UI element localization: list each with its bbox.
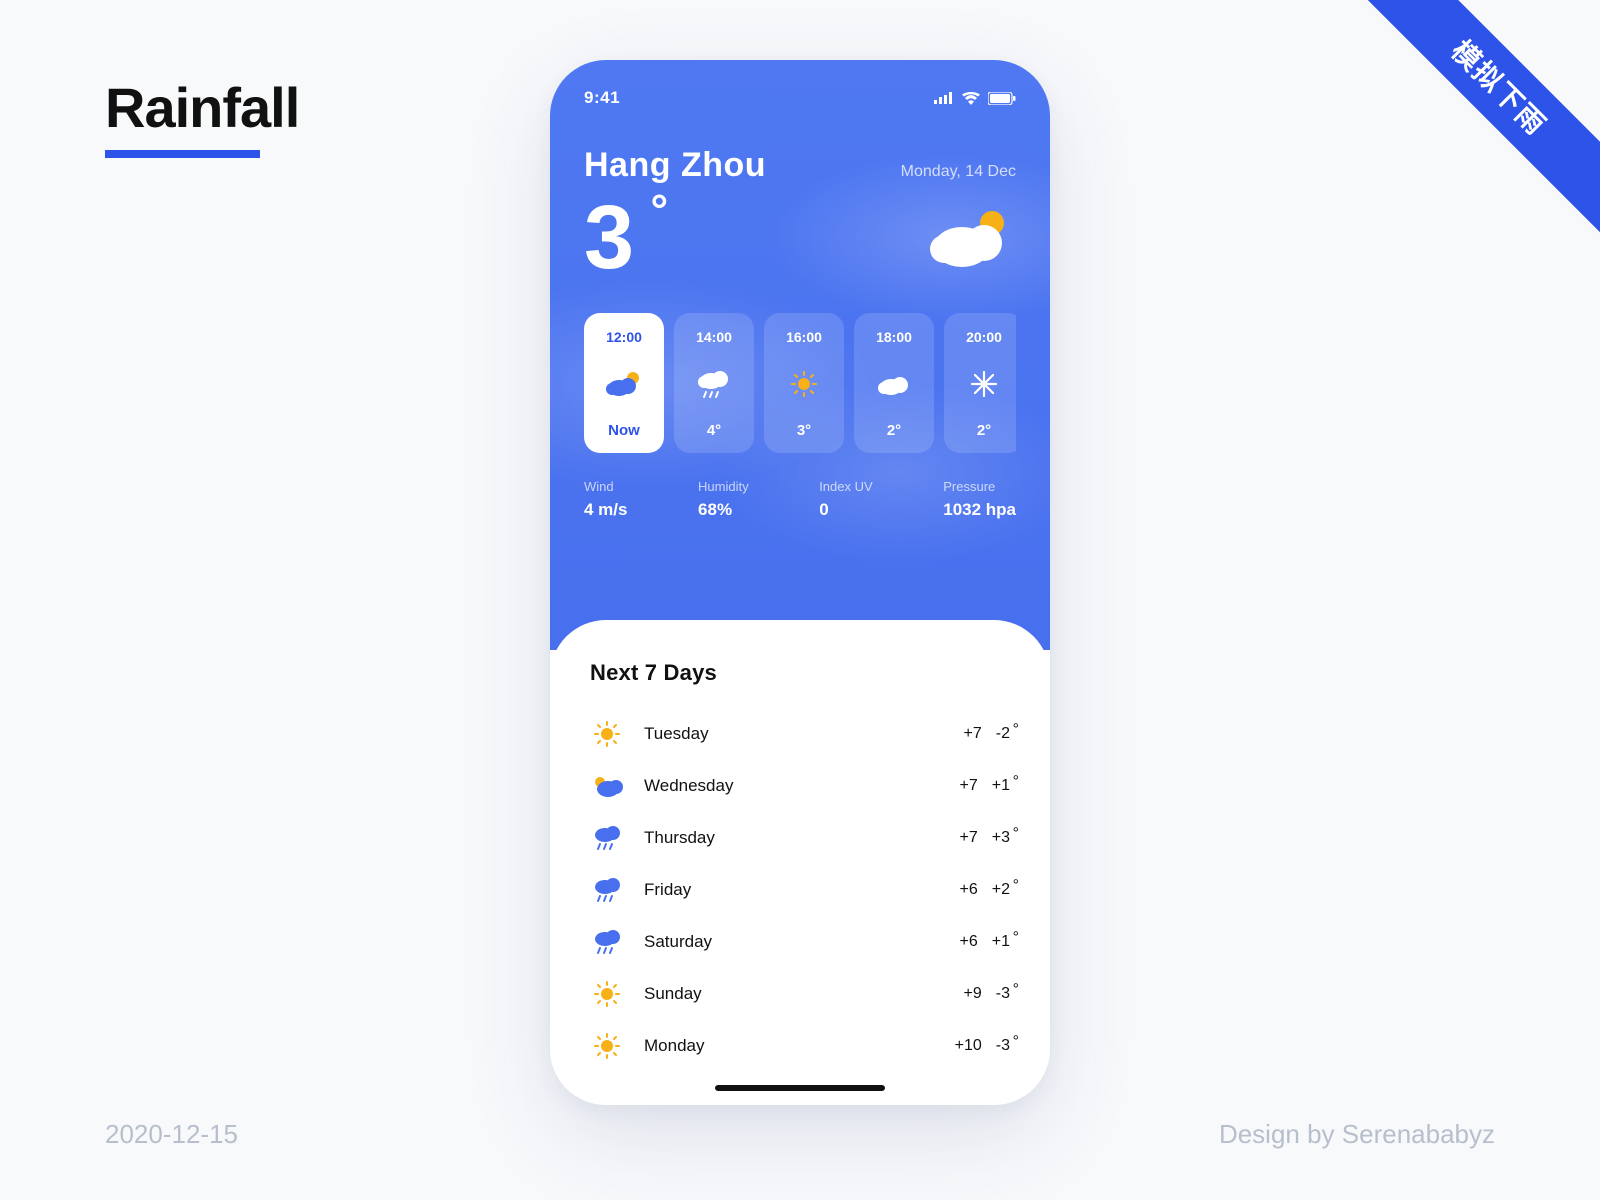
- hour-card[interactable]: 20:00 2°: [944, 313, 1016, 453]
- sun-icon: [590, 721, 624, 747]
- cloud-sun-icon: [924, 203, 1016, 273]
- hour-value: Now: [608, 422, 640, 439]
- status-time: 9:41: [584, 88, 620, 108]
- battery-icon: [988, 92, 1016, 105]
- metric-uv-label: Index UV: [819, 479, 872, 494]
- weather-metrics: Wind 4 m/s Humidity 68% Index UV 0 Press…: [584, 479, 1016, 520]
- metric-pressure: Pressure 1032 hpa: [943, 479, 1016, 520]
- rain-b-icon: [590, 929, 624, 955]
- phone-frame: 9:41 Hang Zhou Monday, 14 Dec 3°: [550, 60, 1050, 1105]
- forecast-row[interactable]: Saturday +6 +1: [590, 916, 1010, 968]
- current-temperature-value: 3: [584, 188, 634, 288]
- sun-icon: [784, 367, 824, 401]
- rain-b-icon: [590, 877, 624, 903]
- forecast-low: +1: [992, 777, 1010, 795]
- corner-ribbon-label: 模拟下雨: [1350, 0, 1600, 237]
- forecast-high: +9: [964, 985, 982, 1003]
- hour-value: 2°: [977, 422, 991, 439]
- degree-symbol: °: [650, 189, 668, 233]
- forecast-low: -3: [996, 985, 1010, 1003]
- signal-icon: [934, 92, 954, 104]
- rain-icon: [694, 367, 734, 401]
- page-date: 2020-12-15: [105, 1119, 238, 1150]
- hour-time: 18:00: [876, 329, 912, 345]
- metric-uv-value: 0: [819, 500, 872, 520]
- weather-hero: 9:41 Hang Zhou Monday, 14 Dec 3°: [550, 60, 1050, 650]
- forecast-day-name: Friday: [644, 880, 691, 900]
- forecast-high: +6: [960, 933, 978, 951]
- metric-wind: Wind 4 m/s: [584, 479, 627, 520]
- page-credit: Design by Serenababyz: [1219, 1119, 1495, 1150]
- metric-pressure-value: 1032 hpa: [943, 500, 1016, 520]
- hourly-forecast[interactable]: 12:00 Now 14:00 4° 16:00 3° 18:00 2° 20:…: [584, 313, 1016, 453]
- page-title: Rainfall: [105, 75, 299, 140]
- forecast-row[interactable]: Thursday +7 +3: [590, 812, 1010, 864]
- hour-time: 20:00: [966, 329, 1002, 345]
- sun-icon: [590, 981, 624, 1007]
- forecast-row[interactable]: Wednesday +7 +1: [590, 760, 1010, 812]
- hour-card[interactable]: 18:00 2°: [854, 313, 934, 453]
- hour-value: 3°: [797, 422, 811, 439]
- hour-time: 14:00: [696, 329, 732, 345]
- cloud-sun-icon: [604, 367, 644, 401]
- forecast-day-name: Sunday: [644, 984, 702, 1004]
- wifi-icon: [962, 92, 980, 105]
- forecast-high: +6: [960, 881, 978, 899]
- hour-value: 2°: [887, 422, 901, 439]
- forecast-day-name: Thursday: [644, 828, 715, 848]
- metric-pressure-label: Pressure: [943, 479, 1016, 494]
- current-temperature: 3°: [584, 193, 634, 283]
- metric-wind-value: 4 m/s: [584, 500, 627, 520]
- current-date: Monday, 14 Dec: [901, 163, 1016, 181]
- forecast-list: Tuesday +7 -2 Wednesday +7 +1 Thursday +…: [590, 708, 1010, 1072]
- rain-b-icon: [590, 825, 624, 851]
- page-title-underline: [105, 150, 260, 158]
- metric-uv: Index UV 0: [819, 479, 872, 520]
- status-bar: 9:41: [584, 88, 1016, 108]
- forecast-high: +7: [960, 777, 978, 795]
- forecast-high: +10: [955, 1037, 982, 1055]
- forecast-low: -3: [996, 1037, 1010, 1055]
- city-name: Hang Zhou: [584, 146, 766, 185]
- forecast-row[interactable]: Tuesday +7 -2: [590, 708, 1010, 760]
- forecast-day-name: Tuesday: [644, 724, 709, 744]
- home-indicator[interactable]: [715, 1085, 885, 1091]
- corner-ribbon: 模拟下雨: [1340, 0, 1600, 260]
- forecast-row[interactable]: Friday +6 +2: [590, 864, 1010, 916]
- hour-card[interactable]: 12:00 Now: [584, 313, 664, 453]
- hour-value: 4°: [707, 422, 721, 439]
- cloud-icon: [874, 367, 914, 401]
- forecast-row[interactable]: Monday +10 -3: [590, 1020, 1010, 1072]
- hour-card[interactable]: 16:00 3°: [764, 313, 844, 453]
- hour-time: 12:00: [606, 329, 642, 345]
- forecast-low: +3: [992, 829, 1010, 847]
- forecast-low: +1: [992, 933, 1010, 951]
- forecast-row[interactable]: Sunday +9 -3: [590, 968, 1010, 1020]
- forecast-low: -2: [996, 725, 1010, 743]
- forecast-low: +2: [992, 881, 1010, 899]
- metric-wind-label: Wind: [584, 479, 627, 494]
- forecast-panel: Next 7 Days Tuesday +7 -2 Wednesday +7 +…: [550, 620, 1050, 1105]
- hour-time: 16:00: [786, 329, 822, 345]
- metric-humidity-label: Humidity: [698, 479, 749, 494]
- forecast-day-name: Monday: [644, 1036, 704, 1056]
- forecast-day-name: Wednesday: [644, 776, 733, 796]
- metric-humidity: Humidity 68%: [698, 479, 749, 520]
- hour-card[interactable]: 14:00 4°: [674, 313, 754, 453]
- cloud-sun-b-icon: [590, 773, 624, 799]
- forecast-day-name: Saturday: [644, 932, 712, 952]
- forecast-high: +7: [960, 829, 978, 847]
- metric-humidity-value: 68%: [698, 500, 749, 520]
- snow-icon: [964, 367, 1004, 401]
- sun-icon: [590, 1033, 624, 1059]
- forecast-high: +7: [964, 725, 982, 743]
- forecast-title: Next 7 Days: [590, 660, 1010, 686]
